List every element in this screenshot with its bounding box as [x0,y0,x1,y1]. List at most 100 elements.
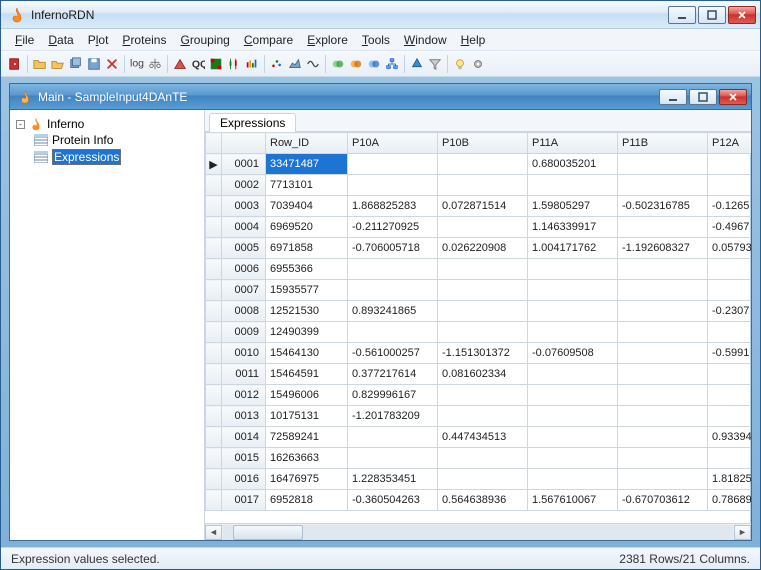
cell[interactable] [438,175,528,196]
cell[interactable] [348,322,438,343]
titlebar[interactable]: InfernoRDN [1,1,760,29]
cell[interactable] [528,364,618,385]
menu-tools[interactable]: Tools [362,33,390,47]
horizontal-scrollbar[interactable]: ◄ ► [205,523,751,540]
table-row[interactable]: 000715935577 [206,280,752,301]
cell[interactable] [708,385,752,406]
tree-blue-icon[interactable] [409,56,425,72]
row-number-header[interactable] [222,133,266,154]
table-row[interactable]: 001516263663 [206,448,752,469]
area-icon[interactable] [287,56,303,72]
table-row[interactable]: 00176952818-0.3605042630.5646389361.5676… [206,490,752,511]
cell[interactable] [618,280,708,301]
cell[interactable] [618,448,708,469]
cell[interactable]: -1.192608327 [618,238,708,259]
scatter-icon[interactable] [269,56,285,72]
scroll-track[interactable] [223,525,733,540]
minimize-button[interactable] [668,6,696,24]
table-row[interactable]: 000912490399 [206,322,752,343]
column-header[interactable]: Row_ID [266,133,348,154]
close-button[interactable] [728,6,756,24]
cell[interactable] [438,448,528,469]
cell[interactable] [618,259,708,280]
venn-orange-icon[interactable] [348,56,364,72]
cell[interactable]: 0.893241865 [348,301,438,322]
cell[interactable]: 15464130 [266,343,348,364]
tree-node-expressions[interactable]: Expressions [32,148,200,166]
cell[interactable] [618,217,708,238]
wave-icon[interactable] [305,56,321,72]
cell[interactable] [618,364,708,385]
cell[interactable]: 6952818 [266,490,348,511]
cell[interactable] [708,322,752,343]
cell[interactable]: 6955366 [266,259,348,280]
cell[interactable]: -0.211270925 [348,217,438,238]
cell[interactable]: 0.05793 [708,238,752,259]
cell[interactable]: 12490399 [266,322,348,343]
cell[interactable] [528,448,618,469]
cell[interactable]: -0.670703612 [618,490,708,511]
cell[interactable]: 0.072871514 [438,196,528,217]
cell[interactable] [438,301,528,322]
table-row[interactable]: 001310175131-1.201783209 [206,406,752,427]
bulb-icon[interactable] [452,56,468,72]
cell[interactable] [348,175,438,196]
cell[interactable] [348,448,438,469]
table-row[interactable]: 0016164769751.2283534511.81825 [206,469,752,490]
cell[interactable] [708,175,752,196]
disks-icon[interactable] [68,56,84,72]
candlestick-icon[interactable] [226,56,242,72]
cell[interactable]: 1.228353451 [348,469,438,490]
cell[interactable]: 0.680035201 [528,154,618,175]
cell[interactable] [708,280,752,301]
cell[interactable] [528,280,618,301]
cell[interactable]: -0.07609508 [528,343,618,364]
cell[interactable] [618,427,708,448]
menu-help[interactable]: Help [461,33,486,47]
cell[interactable] [618,469,708,490]
cell[interactable]: 0.829996167 [348,385,438,406]
cell[interactable] [618,175,708,196]
menu-proteins[interactable]: Proteins [122,33,166,47]
cell[interactable] [438,406,528,427]
cell[interactable] [528,259,618,280]
scroll-thumb[interactable] [233,525,303,540]
x-red-icon[interactable] [104,56,120,72]
cell[interactable]: 15935577 [266,280,348,301]
triangle-icon[interactable] [172,56,188,72]
cell[interactable] [528,322,618,343]
cell[interactable] [618,406,708,427]
cell[interactable] [438,280,528,301]
column-header[interactable]: P10B [438,133,528,154]
column-header[interactable]: P11B [618,133,708,154]
cell[interactable] [528,175,618,196]
child-maximize-button[interactable] [689,89,717,105]
tree-node-protein-info[interactable]: Protein Info [32,132,200,148]
table-row[interactable]: 00066955366 [206,259,752,280]
cell[interactable]: -0.360504263 [348,490,438,511]
cell[interactable] [618,385,708,406]
row-marker-header[interactable] [206,133,222,154]
cell[interactable] [528,427,618,448]
menu-plot[interactable]: Plot [88,33,109,47]
table-row[interactable]: 00027713101 [206,175,752,196]
cell[interactable] [348,154,438,175]
folder-icon[interactable] [32,56,48,72]
child-close-button[interactable] [719,89,747,105]
table-row[interactable]: 0008125215300.893241865-0.2307 [206,301,752,322]
cell[interactable]: -1.151301372 [438,343,528,364]
cell[interactable] [708,154,752,175]
venn-green-icon[interactable] [330,56,346,72]
qq-icon[interactable]: QQ [190,56,206,72]
cell[interactable]: 15464591 [266,364,348,385]
cell[interactable] [528,301,618,322]
cell[interactable] [348,427,438,448]
cell[interactable] [618,154,708,175]
cell[interactable]: 0.447434513 [438,427,528,448]
menu-data[interactable]: Data [48,33,73,47]
cell[interactable]: -0.502316785 [618,196,708,217]
child-minimize-button[interactable] [659,89,687,105]
cell[interactable]: 6971858 [266,238,348,259]
cell[interactable]: 1.004171762 [528,238,618,259]
menu-compare[interactable]: Compare [244,33,293,47]
